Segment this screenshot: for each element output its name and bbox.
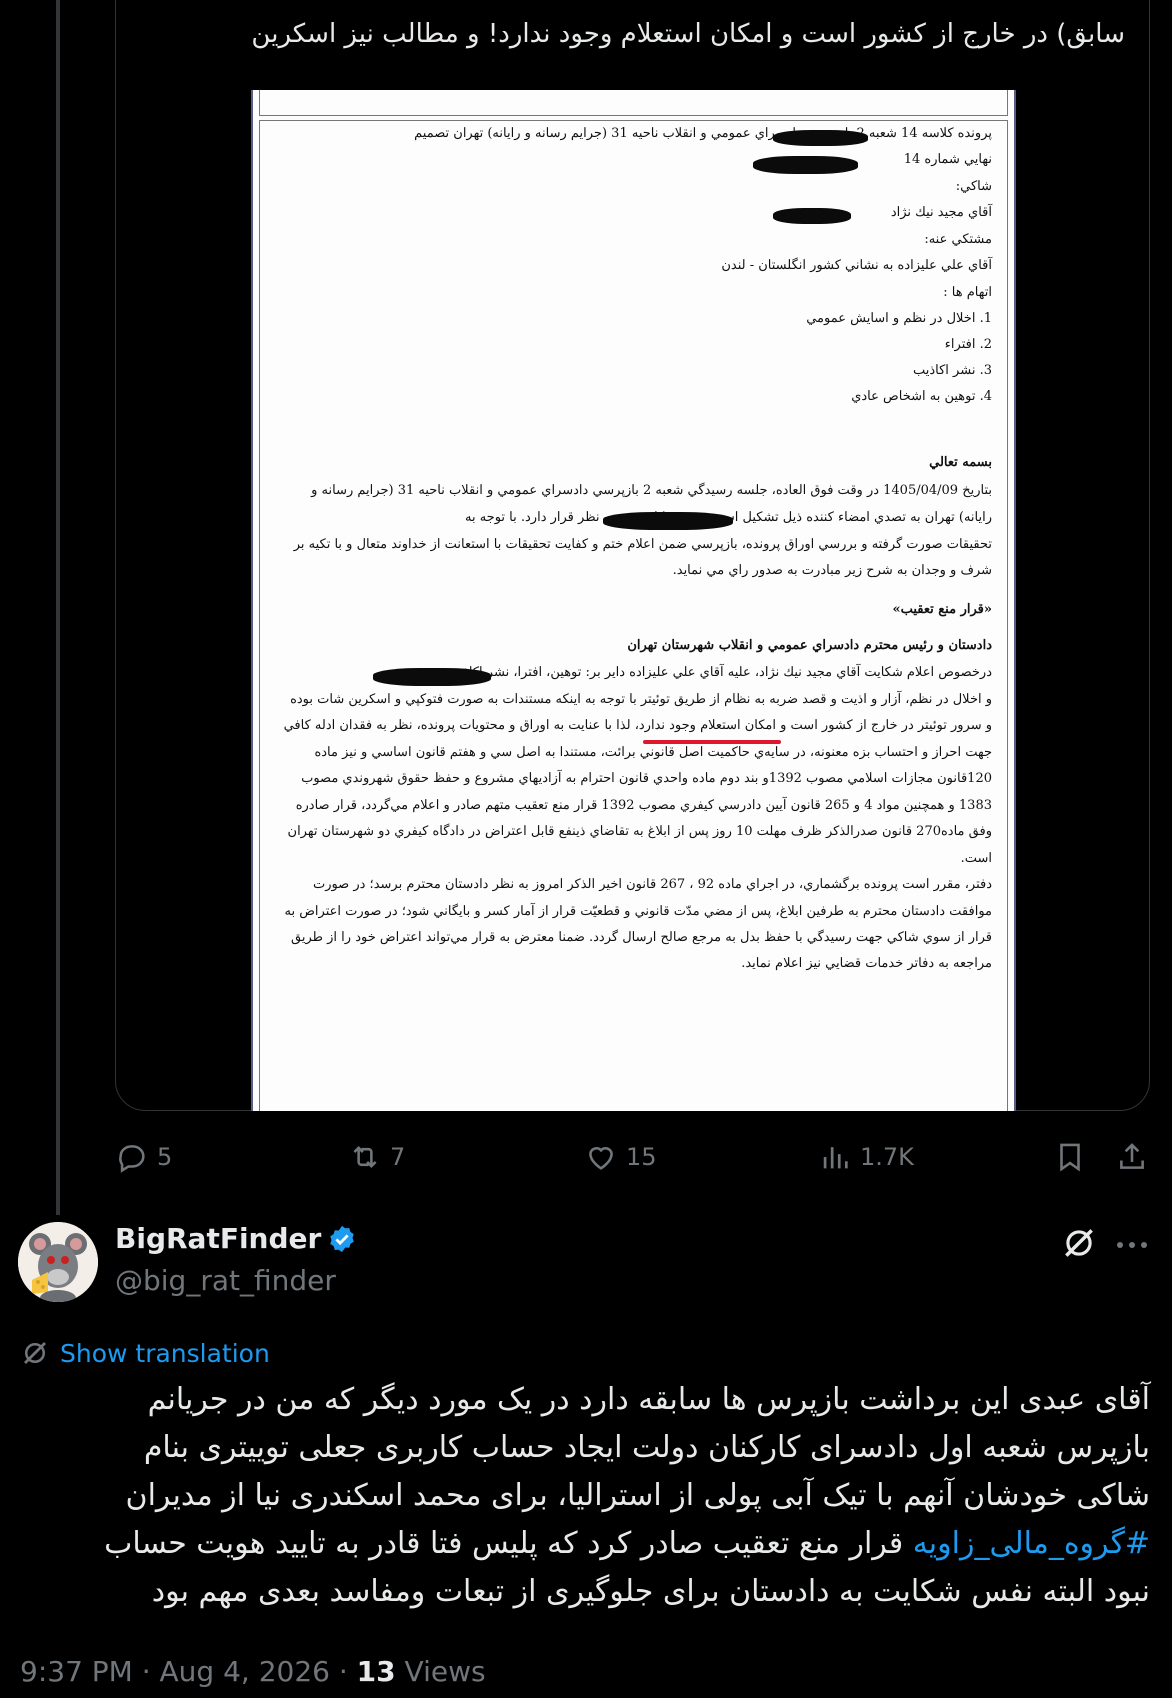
document-line: آقاي علي عليزاده به نشاني كشور انگلستان … — [721, 258, 992, 273]
document-line: 3. نشر اكاذيب — [912, 363, 992, 378]
redaction-mark — [373, 668, 491, 686]
document-line: 2. افتراء — [944, 337, 992, 352]
redaction-mark — [773, 208, 851, 224]
reply-button[interactable]: 5 — [115, 1137, 172, 1177]
view-count: 1.7K — [860, 1143, 914, 1171]
document-line: و سرور توئيتر در خارج از كشور است و امكا… — [283, 718, 992, 733]
document-line: 4. توهين به اشخاص عادي — [851, 389, 992, 404]
verified-badge-icon — [330, 1225, 355, 1252]
views-number: 13 — [356, 1655, 396, 1688]
tweet-action-bar: 5 7 15 1.7K — [0, 1137, 1172, 1177]
document-line: آقاي مجيد نيك نژاد — [890, 205, 992, 220]
body-line-4: #گروه_مالی_زاویه قرار منع تعقیب صادر کرد… — [18, 1520, 1150, 1568]
document-line: شاكي: — [955, 179, 992, 194]
bookmark-icon — [1060, 1143, 1080, 1172]
share-icon — [1120, 1143, 1144, 1169]
document-line: جهت احراز و احتساب بزه معنونه، در سايه‌ي… — [314, 745, 992, 760]
views-button[interactable]: 1.7K — [818, 1137, 914, 1177]
show-translation-label: Show translation — [60, 1338, 270, 1368]
body-line-3: شاکی خودشان آنهم با تیک آبی پولی از استر… — [125, 1478, 1150, 1513]
show-translation-link[interactable]: Show translation — [20, 1338, 270, 1368]
timestamp[interactable]: 9:37 PM · Aug 4, 2026 · — [20, 1655, 357, 1688]
views-label: Views — [395, 1655, 486, 1688]
share-button[interactable] — [1115, 1137, 1149, 1177]
hashtag-link[interactable]: #گروه_مالی_زاویه — [913, 1526, 1150, 1561]
avatar[interactable] — [18, 1222, 98, 1302]
tweet-metadata: 9:37 PM · Aug 4, 2026 · 13 Views — [20, 1655, 486, 1688]
reply-tweet-body: آقای عبدی این برداشت بازپرس ها سابقه دار… — [18, 1376, 1150, 1616]
body-line-5: نبود البته نفس شکایت به دادستان برای جلو… — [151, 1574, 1150, 1609]
author-handle[interactable]: @big_rat_finder — [115, 1264, 336, 1297]
document-line: تحقيقات صورت گرفته و بررسي اوراق پرونده،… — [293, 537, 992, 552]
author-name-row[interactable]: BigRatFinder — [115, 1222, 357, 1255]
more-options-icon[interactable] — [1114, 1240, 1150, 1250]
document-line: است. — [960, 851, 992, 866]
document-line: 1383 و همچنين مواد 4 و 265 قانون آيين دا… — [295, 798, 992, 813]
repost-count: 7 — [390, 1143, 406, 1171]
rat-avatar-image — [18, 1222, 98, 1302]
document-line: وفق ماده270 قانون صدرالذكر ظرف مهلت 10 ر… — [287, 824, 992, 839]
repost-icon — [353, 1145, 377, 1169]
reply-count: 5 — [157, 1143, 173, 1171]
document-line: 120قانون مجازات اسلامي مصوب 1392و بند دو… — [301, 771, 992, 786]
like-button[interactable]: 15 — [584, 1137, 657, 1177]
author-display-name[interactable]: BigRatFinder — [115, 1222, 321, 1255]
redaction-mark — [753, 156, 858, 174]
document-line: مشتكي عنه: — [924, 232, 992, 247]
body-line-1: آقای عبدی این برداشت بازپرس ها سابقه دار… — [147, 1382, 1150, 1417]
repost-button[interactable]: 7 — [348, 1137, 405, 1177]
document-line: دادستان و رئيس محترم دادسراي عمومي و انق… — [627, 638, 992, 653]
document-header-box — [259, 90, 1008, 116]
document-line: دفتر، مقرر است پرونده برگشماري، در اجراي… — [312, 877, 992, 892]
analytics-icon — [823, 1147, 848, 1169]
document-line: مراجعه به دفاتر خدمات قضايي نيز اعلام نم… — [741, 956, 992, 971]
quoted-tweet-text: سابق) در خارج از کشور است و امکان استعلا… — [251, 19, 1125, 49]
grok-translate-icon — [24, 1342, 46, 1364]
document-line: «قرار منع تعقيب» — [892, 602, 992, 617]
body-line-2: بازپرس شعبه اول دادسرای کارکنان دولت ایج… — [143, 1430, 1150, 1465]
grok-icon[interactable] — [1060, 1224, 1098, 1262]
redaction-mark — [773, 130, 868, 146]
document-line: اتهام ها : — [943, 285, 992, 300]
thread-connector-line — [56, 0, 60, 1215]
document-line: و اخلال در نظم، آزار و اذيت و قصد ضربه ب… — [290, 692, 992, 707]
red-highlight-underline — [643, 740, 781, 744]
heart-icon — [589, 1147, 613, 1170]
redaction-mark — [603, 512, 733, 530]
document-line: 1. اخلال در نظم و اسايش عمومي — [806, 311, 992, 326]
reply-icon — [119, 1145, 145, 1173]
document-line: بتاريخ 1405/04/09 در وقت فوق العاده، جلس… — [311, 483, 992, 498]
document-line: بسمه تعالي — [929, 455, 992, 470]
body-line-4-text: قرار منع تعقیب صادر کرد که پلیس فتا قادر… — [104, 1526, 913, 1561]
document-line: نهايي شماره 14 — [903, 152, 992, 167]
bookmark-button[interactable] — [1053, 1137, 1087, 1177]
like-count: 15 — [626, 1143, 657, 1171]
document-line: قرار از سوي شاكي جهت رسيدگي با حفظ بدل ب… — [291, 930, 992, 945]
document-line: موافقت دادستان محترم به طرفين ابلاغ، پس … — [284, 904, 993, 919]
document-line: پرونده کلاسه 14 شعبه 2 بازپرسي دادسراي ع… — [414, 126, 992, 141]
document-line: شرف و وجدان به شرح زير مبادرت به صدور را… — [672, 563, 992, 578]
court-document-image[interactable]: پرونده کلاسه 14 شعبه 2 بازپرسي دادسراي ع… — [251, 90, 1016, 1111]
